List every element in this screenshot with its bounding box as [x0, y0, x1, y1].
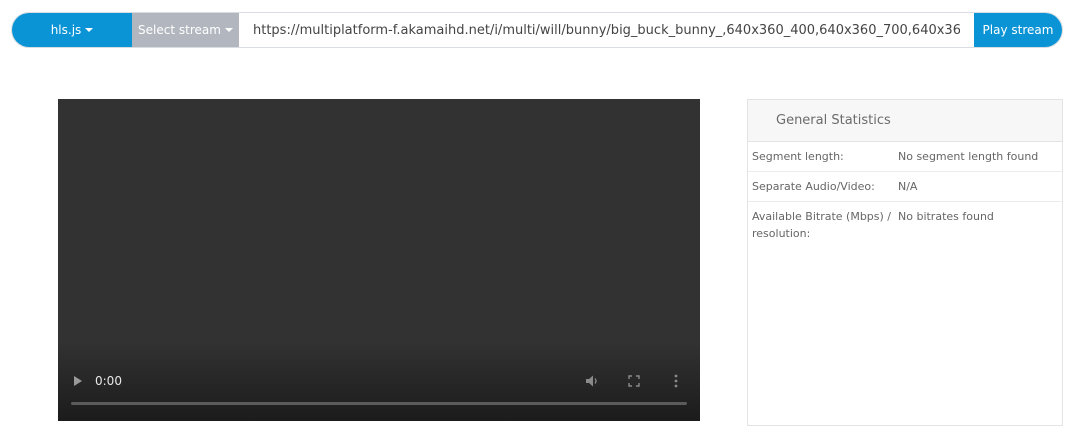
player-select-button[interactable]: hls.js — [12, 13, 132, 47]
stat-row-available-bitrate: Available Bitrate (Mbps) / resolution: N… — [748, 202, 1062, 248]
chevron-down-icon — [224, 28, 233, 32]
stream-select-label: Select stream — [138, 23, 221, 37]
stat-value: No bitrates found — [898, 210, 994, 223]
stat-label: Available Bitrate (Mbps) / resolution: — [752, 210, 892, 240]
video-controls: 0:00 — [58, 369, 700, 393]
stream-url-input[interactable] — [239, 13, 974, 47]
stats-title: General Statistics — [748, 100, 1062, 142]
play-icon[interactable] — [74, 376, 82, 386]
stat-label: Segment length: — [752, 150, 844, 163]
stat-row-segment-length: Segment length: No segment length found — [748, 142, 1062, 172]
stat-value: N/A — [898, 180, 918, 193]
current-time: 0:00 — [95, 374, 122, 388]
stream-select-button[interactable]: Select stream — [132, 13, 239, 47]
chevron-down-icon — [85, 28, 94, 32]
stat-row-separate-audio-video: Separate Audio/Video: N/A — [748, 172, 1062, 202]
stream-toolbar: hls.js Select stream Play stream — [11, 12, 1063, 48]
video-player[interactable]: 0:00 — [58, 99, 700, 421]
more-icon[interactable] — [668, 373, 684, 389]
video-progress-bar[interactable] — [71, 402, 687, 405]
play-stream-button[interactable]: Play stream — [974, 13, 1062, 47]
player-select-label: hls.js — [50, 23, 82, 37]
general-statistics-panel: General Statistics Segment length: No se… — [747, 99, 1063, 426]
stat-value: No segment length found — [898, 150, 1039, 163]
play-stream-label: Play stream — [982, 23, 1054, 37]
stat-label: Separate Audio/Video: — [752, 180, 875, 193]
fullscreen-icon[interactable] — [626, 373, 642, 389]
volume-icon[interactable] — [584, 373, 600, 389]
